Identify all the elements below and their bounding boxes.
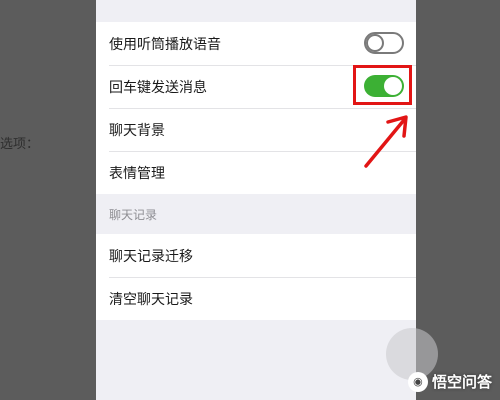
watermark-logo-icon: ◉ [407,371,428,392]
highlight-box [353,65,412,105]
settings-screen: 使用听筒播放语音 回车键发送消息 聊天背景 表情管理 聊天记录 聊天记录迁移 清… [96,0,416,400]
setting-label-sticker-management: 表情管理 [109,165,165,182]
section-header-chat-history: 聊天记录 [96,194,416,234]
toggle-knob [366,34,384,52]
setting-label-earpiece-audio: 使用听筒播放语音 [109,36,221,53]
watermark-text: 悟空问答 [431,373,492,391]
setting-label-clear-history: 清空聊天记录 [109,291,193,308]
top-gap [96,0,416,22]
setting-row-earpiece-audio[interactable]: 使用听筒播放语音 [96,22,416,65]
watermark: ◉ 悟空问答 [407,371,492,392]
setting-label-chat-background: 聊天背景 [109,122,165,139]
setting-row-migrate-history[interactable]: 聊天记录迁移 [96,234,416,277]
setting-row-clear-history[interactable]: 清空聊天记录 [96,277,416,320]
setting-label-migrate-history: 聊天记录迁移 [109,248,193,265]
earpiece-audio-toggle[interactable] [364,32,404,54]
bottom-spacer [96,320,416,340]
red-arrow-icon [364,115,408,168]
setting-label-enter-to-send: 回车键发送消息 [109,79,207,96]
background-side-text: 选项： [0,137,40,152]
settings-group-history: 聊天记录迁移 清空聊天记录 [96,234,416,320]
